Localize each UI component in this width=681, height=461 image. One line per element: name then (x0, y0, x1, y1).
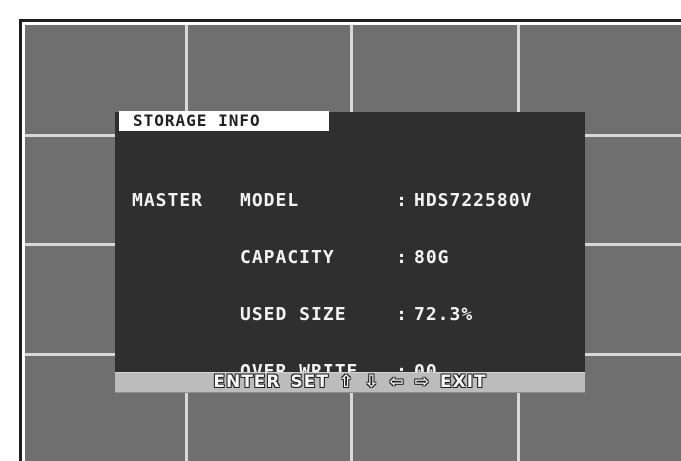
enter-label: ENTER (213, 372, 281, 392)
master-label: MASTER (132, 190, 204, 211)
used-size-value: 72.3% (414, 304, 474, 325)
capacity-label: CAPACITY (240, 247, 335, 268)
right-arrow-icon: ⇨ (414, 372, 430, 392)
navigation-hint-bar: ENTER SET ⇧ ⇩ ⇦ ⇨ EXIT (115, 372, 585, 393)
exit-label: EXIT (439, 372, 487, 392)
dvr-screen: STORAGE INFO MASTER MODEL: HDS722580V CAPA… (25, 25, 681, 461)
left-arrow-icon: ⇦ (389, 372, 405, 392)
model-value: HDS722580V (414, 190, 533, 211)
up-arrow-icon: ⇧ (338, 372, 355, 392)
info-row-model: MASTER MODEL: HDS722580V (132, 191, 532, 210)
separator: : (396, 190, 408, 211)
used-size-label: USED SIZE (240, 304, 347, 325)
down-arrow-icon: ⇩ (364, 372, 380, 392)
info-row-used-size: USED SIZE:72.3% (132, 305, 532, 324)
info-row-capacity: CAPACITY:80G (132, 248, 532, 267)
capacity-value: 80G (414, 247, 450, 268)
separator: : (396, 304, 408, 325)
set-label: SET (290, 372, 329, 392)
separator: : (396, 247, 408, 268)
panel-title: STORAGE INFO (119, 111, 329, 131)
model-label: MODEL (240, 190, 300, 211)
